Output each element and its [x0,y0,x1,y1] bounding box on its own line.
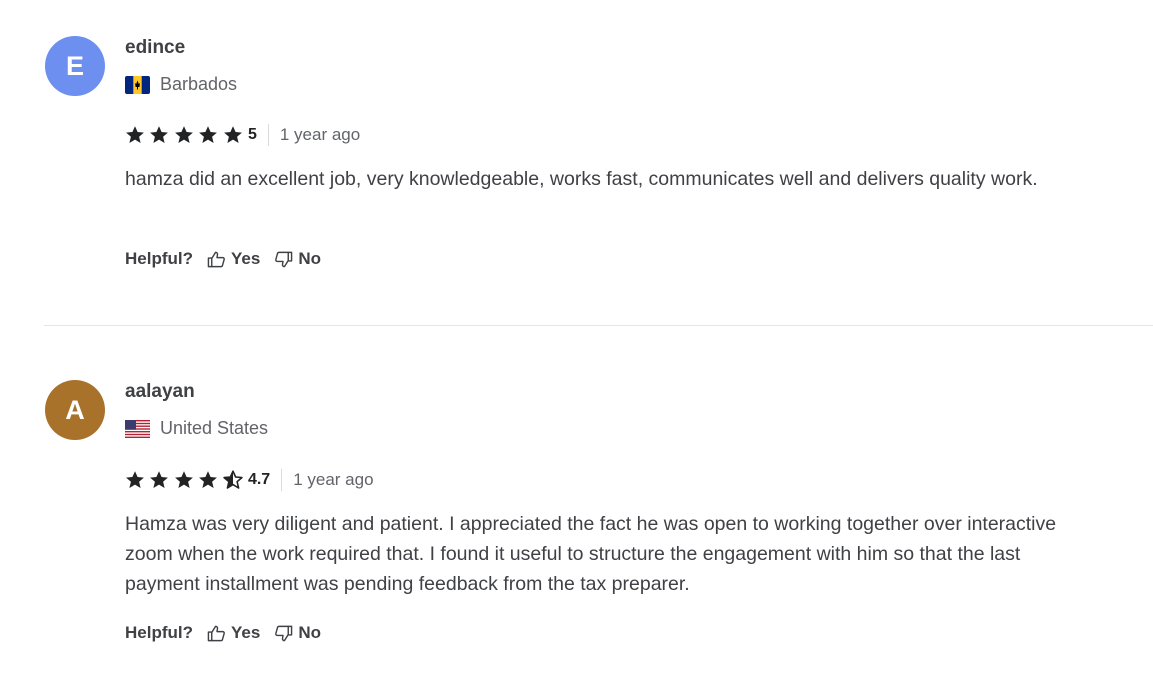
review-divider [44,325,1153,326]
helpful-no-button[interactable]: No [274,623,321,643]
avatar[interactable]: A [45,380,105,440]
star-rating [125,470,247,490]
rating-value: 4.7 [247,471,271,488]
star-icon [150,471,169,488]
helpful-yes-label: Yes [231,249,261,268]
country-name: United States [160,418,269,438]
star-icon [150,126,169,143]
star-rating [125,125,247,145]
united-states-flag-icon [125,419,150,438]
review-time: 1 year ago [279,125,361,144]
avatar[interactable]: E [45,36,105,96]
half-star-icon [222,470,243,489]
rating-row: 4.7 1 year ago [125,469,374,491]
thumbs-up-icon [207,251,225,267]
barbados-flag-icon [125,75,150,94]
reviewer-country: Barbados [125,74,237,95]
thumbs-down-icon [275,625,293,641]
country-name: Barbados [160,74,238,94]
star-icon [199,471,218,488]
review-text: Hamza was very diligent and patient. I a… [125,513,1057,595]
helpful-label: Helpful? [125,623,193,642]
helpful-no-label: No [298,623,321,642]
reviewer-country: United States [125,418,268,439]
helpful-yes-label: Yes [231,623,261,642]
star-icon [174,126,193,143]
star-icon [223,126,242,143]
helpful-no-button[interactable]: No [274,249,321,269]
helpful-yes-button[interactable]: Yes [207,249,260,269]
star-icon [174,471,193,488]
helpful-row: Helpful? Yes No [125,623,335,643]
star-icon [199,126,218,143]
rating-separator [281,469,283,491]
helpful-yes-button[interactable]: Yes [207,623,260,643]
reviewer-username[interactable]: aalayan [125,381,195,403]
review-time: 1 year ago [293,470,374,489]
rating-row: 5 1 year ago [125,124,360,146]
thumbs-down-icon [275,251,293,267]
reviewer-username[interactable]: edince [125,37,185,59]
review-text: hamza did an excellent job, very knowled… [125,168,1038,190]
helpful-label: Helpful? [125,249,193,268]
rating-value: 5 [247,126,257,143]
rating-separator [267,124,269,146]
thumbs-up-icon [207,625,225,641]
star-icon [126,126,144,143]
helpful-no-label: No [298,249,321,268]
star-icon [126,471,144,488]
helpful-row: Helpful? Yes No [125,249,335,269]
